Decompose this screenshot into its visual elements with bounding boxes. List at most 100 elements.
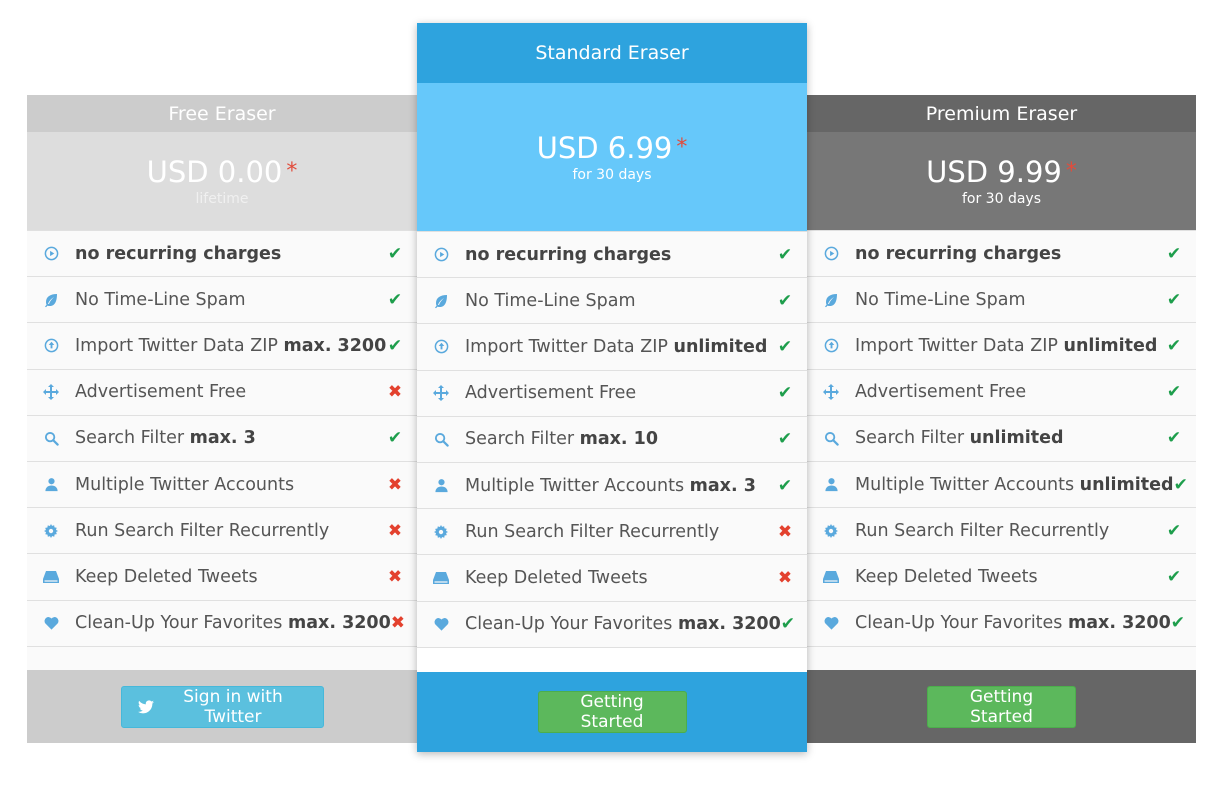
price-period: for 30 days xyxy=(572,167,652,183)
heart-icon xyxy=(39,613,63,633)
price-value: USD 6.99 xyxy=(536,131,673,165)
check-icon: ✔ xyxy=(1166,520,1182,541)
getting-started-button[interactable]: Getting Started xyxy=(537,691,687,733)
upload-circle-icon xyxy=(39,336,63,356)
price-box: USD 9.99 * for 30 days xyxy=(807,132,1196,230)
cross-icon: ✖ xyxy=(387,382,403,403)
check-icon: ✔ xyxy=(777,475,793,496)
upload-circle-icon xyxy=(429,337,453,357)
feature-limit: max. 10 xyxy=(579,429,659,450)
feature-limit: max. 3 xyxy=(689,475,756,496)
sign-in-with-twitter-button[interactable]: Sign in with Twitter xyxy=(120,685,324,728)
check-icon: ✔ xyxy=(1166,289,1182,310)
feature-limit: unlimited xyxy=(969,428,1064,449)
feature-limit: max. 3200 xyxy=(1068,613,1171,634)
feature-limit: max. 3200 xyxy=(678,614,781,635)
feature-row: No Time-Line Spam ✔ xyxy=(27,276,417,322)
feature-label: Import Twitter Data ZIP unlimited xyxy=(465,336,768,357)
feature-row: No Time-Line Spam ✔ xyxy=(417,277,807,323)
feature-limit: max. 3200 xyxy=(283,335,387,356)
feature-limit: unlimited xyxy=(673,336,768,357)
move-arrows-icon xyxy=(819,382,843,402)
feature-label: Multiple Twitter Accounts xyxy=(75,474,295,495)
feature-row: Clean-Up Your Favorites max. 3200 ✔ xyxy=(417,600,807,647)
feature-label: Keep Deleted Tweets xyxy=(855,566,1038,587)
feature-row: Keep Deleted Tweets ✔ xyxy=(807,553,1196,599)
plan-title: Standard Eraser xyxy=(417,23,807,83)
check-icon: ✔ xyxy=(387,335,403,356)
feature-row: Import Twitter Data ZIP max. 3200 ✔ xyxy=(27,322,417,368)
feature-label: No Time-Line Spam xyxy=(75,289,246,310)
feature-row: Multiple Twitter Accounts ✖ xyxy=(27,460,417,507)
gear-icon xyxy=(819,521,843,541)
check-icon: ✔ xyxy=(1166,335,1182,356)
check-icon: ✔ xyxy=(777,244,793,265)
feature-row: no recurring charges ✔ xyxy=(807,230,1196,276)
feature-limit: max. 3200 xyxy=(288,613,391,634)
feature-row: Advertisement Free ✔ xyxy=(417,369,807,416)
play-circle-icon xyxy=(819,244,843,264)
feature-row: Advertisement Free ✔ xyxy=(807,368,1196,415)
check-icon: ✔ xyxy=(387,289,403,310)
feature-label: Search Filter max. 3 xyxy=(75,428,256,449)
price-asterisk: * xyxy=(676,135,688,160)
feature-label: No Time-Line Spam xyxy=(855,289,1026,310)
feature-limit: unlimited xyxy=(1063,335,1158,356)
search-icon xyxy=(429,429,453,449)
hdd-icon xyxy=(39,567,63,587)
getting-started-button[interactable]: Getting Started xyxy=(927,685,1076,728)
plan-footer: Sign in with Twitter xyxy=(27,670,417,743)
feature-limit: max. 3 xyxy=(189,428,256,449)
price-asterisk: * xyxy=(1065,159,1077,184)
gear-icon xyxy=(39,521,63,541)
feature-label: Search Filter unlimited xyxy=(855,428,1064,449)
check-icon: ✔ xyxy=(1166,428,1182,449)
hdd-icon xyxy=(819,567,843,587)
feature-row: Run Search Filter Recurrently ✖ xyxy=(417,508,807,554)
feature-label: Import Twitter Data ZIP unlimited xyxy=(855,335,1158,356)
button-label: Sign in with Twitter xyxy=(183,686,283,727)
feature-row: no recurring charges ✔ xyxy=(27,230,417,276)
price-period: for 30 days xyxy=(961,191,1041,207)
price-box: USD 6.99 * for 30 days xyxy=(417,83,807,231)
move-arrows-icon xyxy=(429,383,453,403)
feature-row: Run Search Filter Recurrently ✖ xyxy=(27,507,417,553)
feature-row: Search Filter unlimited ✔ xyxy=(807,414,1196,461)
check-icon: ✔ xyxy=(780,614,796,635)
feature-label: No Time-Line Spam xyxy=(465,290,636,311)
plan-footer: Getting Started xyxy=(417,672,807,752)
heart-icon xyxy=(429,614,453,634)
feature-label: Run Search Filter Recurrently xyxy=(75,520,330,541)
price-value: USD 9.99 xyxy=(926,155,1062,189)
check-icon: ✔ xyxy=(1170,613,1186,634)
check-icon: ✔ xyxy=(387,243,403,264)
plan-title: Premium Eraser xyxy=(807,95,1196,132)
check-icon: ✔ xyxy=(1173,474,1188,495)
search-icon xyxy=(819,428,843,448)
cross-icon: ✖ xyxy=(387,520,403,541)
check-icon: ✔ xyxy=(777,429,793,450)
hdd-icon xyxy=(429,568,453,588)
leaf-icon xyxy=(819,290,843,310)
feature-label: Import Twitter Data ZIP max. 3200 xyxy=(75,335,387,356)
price-box: USD 0.00 * lifetime xyxy=(27,132,417,230)
play-circle-icon xyxy=(429,245,453,265)
feature-list: no recurring charges ✔ No Time-Line Spam ✔ I… xyxy=(27,230,417,647)
plan-card-free: Free Eraser USD 0.00 * lifetime no recurr… xyxy=(27,95,417,743)
check-icon: ✔ xyxy=(777,336,793,357)
move-arrows-icon xyxy=(39,382,63,402)
check-icon: ✔ xyxy=(1166,382,1182,403)
feature-label: Clean-Up Your Favorites max. 3200 xyxy=(855,613,1171,634)
feature-label: no recurring charges xyxy=(75,243,282,264)
plan-title: Free Eraser xyxy=(27,95,417,132)
gear-icon xyxy=(429,522,453,542)
feature-row: Run Search Filter Recurrently ✔ xyxy=(807,507,1196,553)
check-icon: ✔ xyxy=(387,428,403,449)
check-icon: ✔ xyxy=(777,383,793,404)
feature-label: Clean-Up Your Favorites max. 3200 xyxy=(465,614,781,635)
feature-label: no recurring charges xyxy=(465,244,672,265)
cross-icon: ✖ xyxy=(777,567,793,588)
check-icon: ✔ xyxy=(1166,566,1182,587)
feature-row: no recurring charges ✔ xyxy=(417,231,807,277)
feature-label: Multiple Twitter Accounts max. 3 xyxy=(465,475,756,496)
